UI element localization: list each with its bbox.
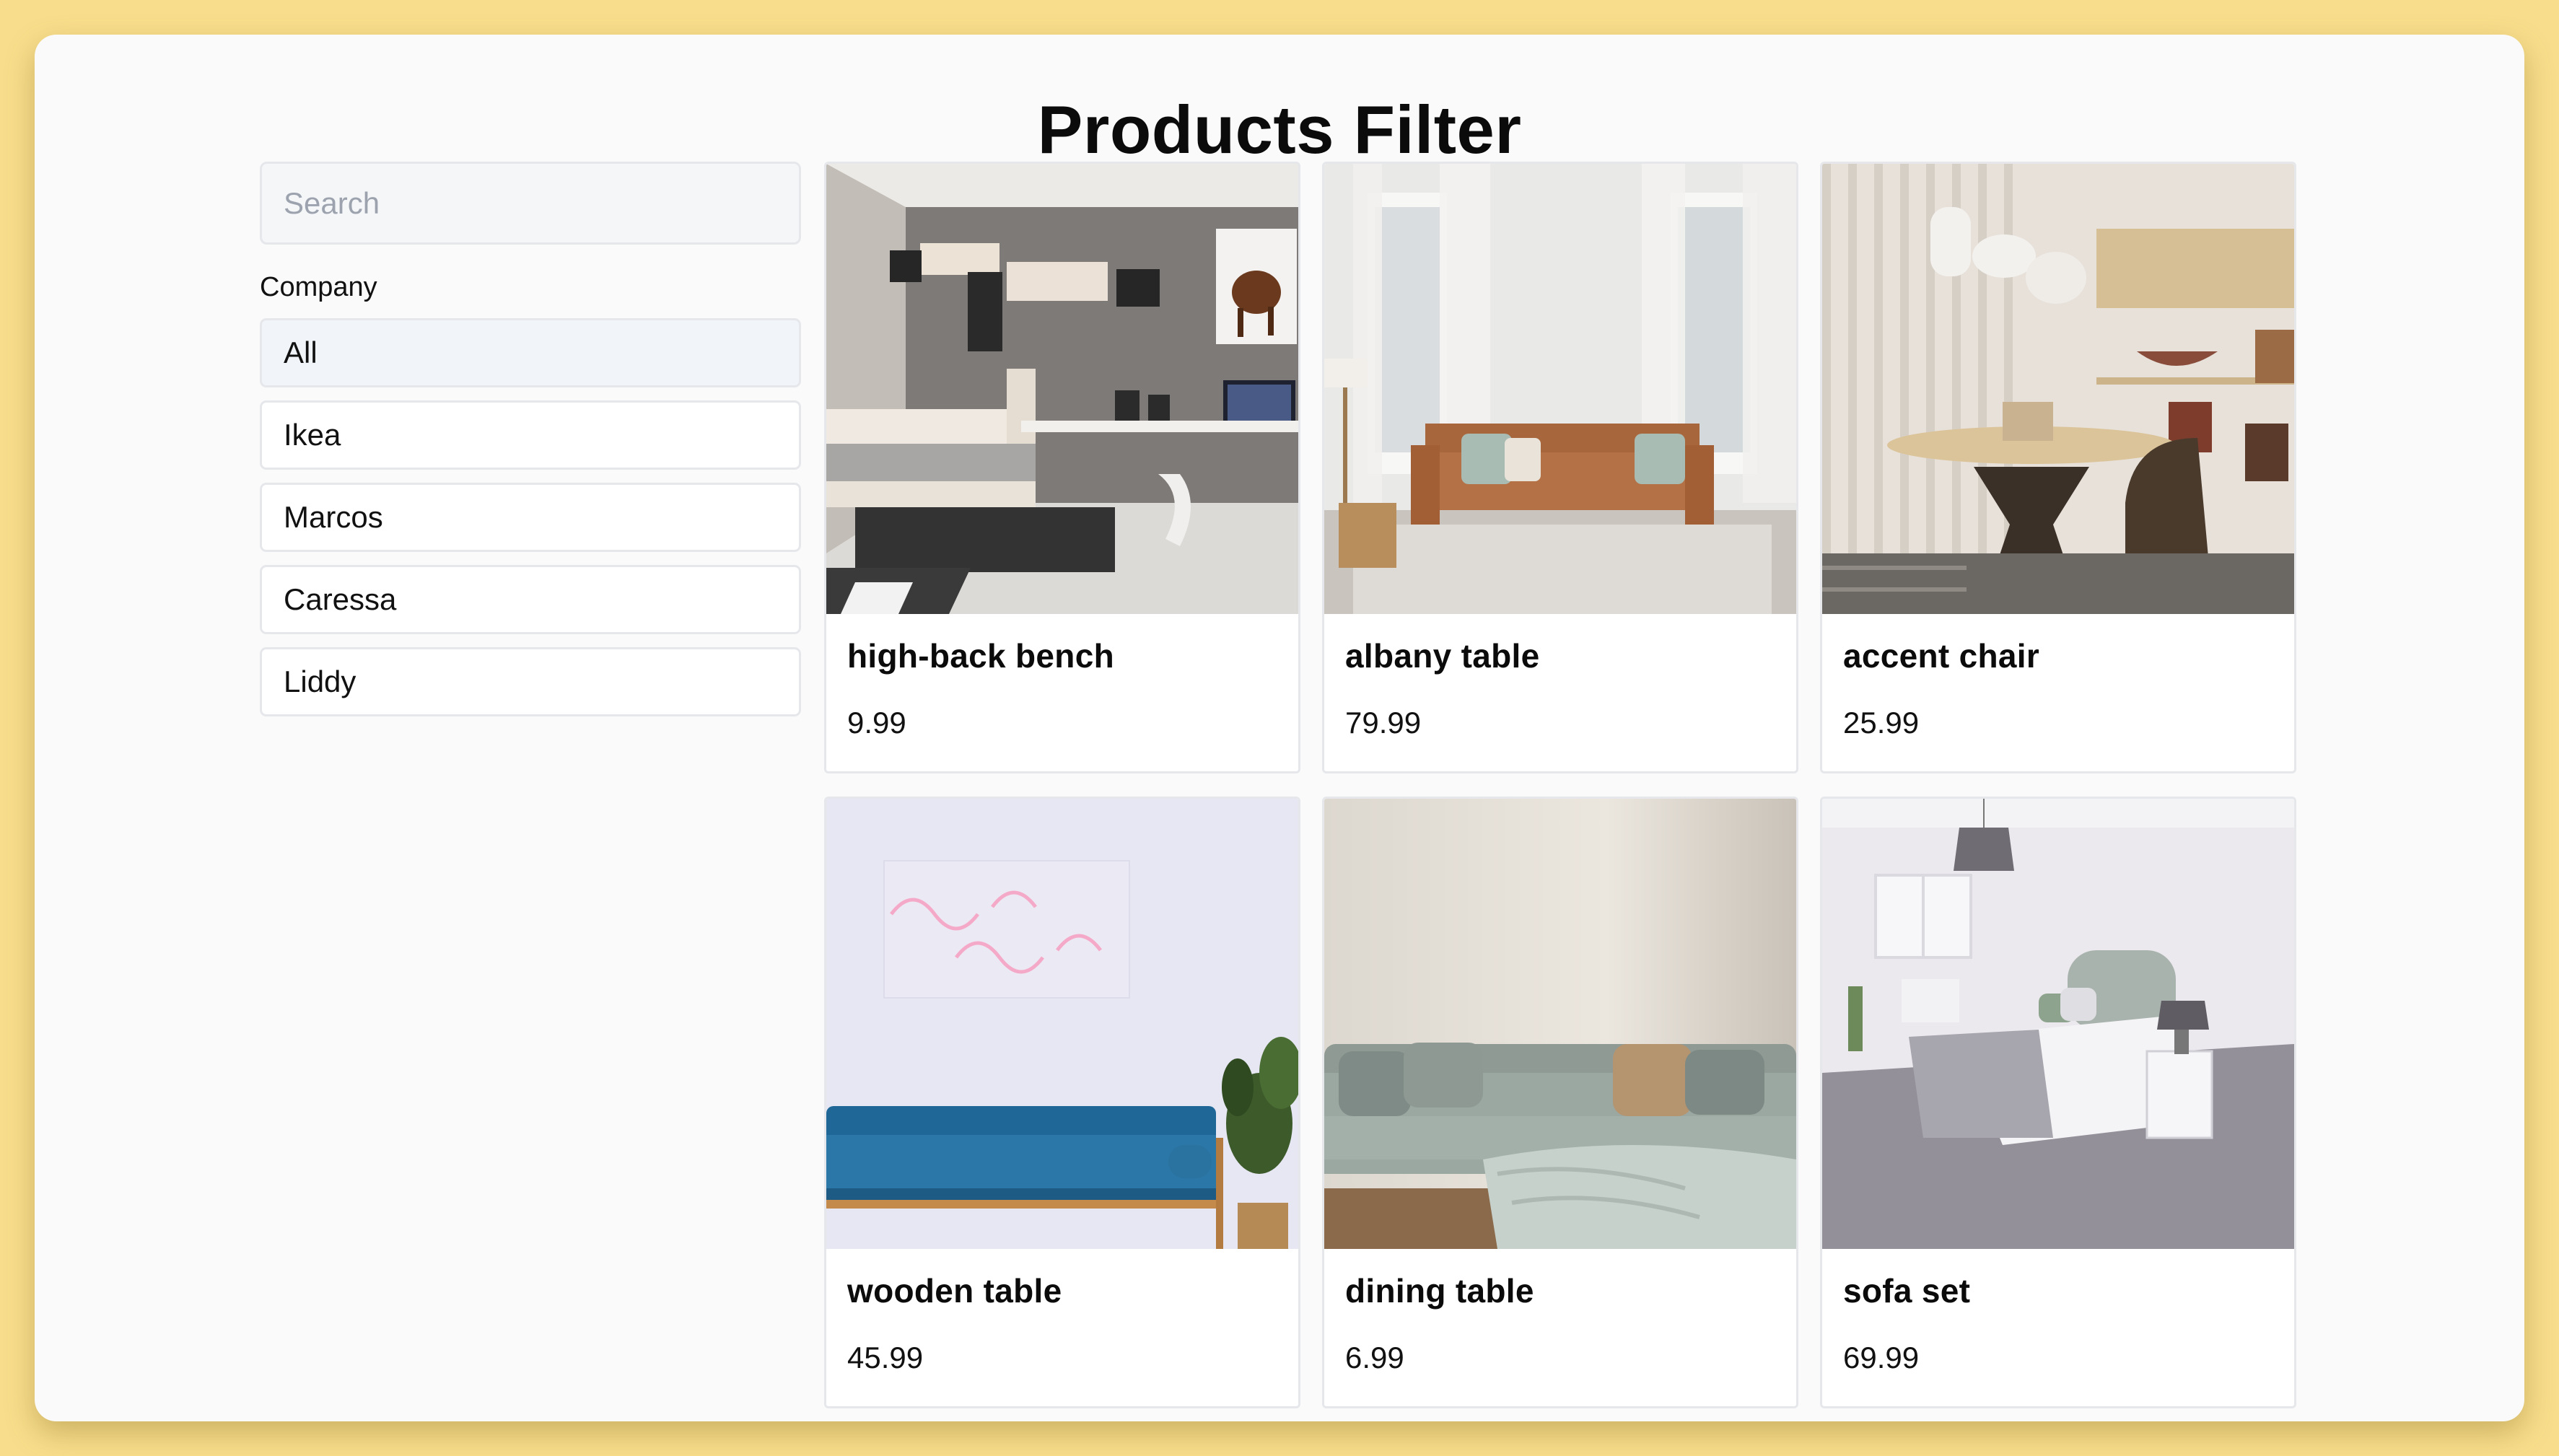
product-price: 6.99 [1345, 1341, 1404, 1374]
product-name: wooden table [847, 1272, 1062, 1310]
product-price: 69.99 [1843, 1341, 1920, 1374]
product-name: accent chair [1843, 637, 2040, 675]
product-card[interactable]: dining table 6.99 [1322, 797, 1798, 1408]
company-button-ikea[interactable]: Ikea [260, 400, 801, 470]
product-image [1822, 799, 2294, 1249]
product-image [826, 164, 1298, 614]
product-name: high-back bench [847, 637, 1114, 675]
product-card[interactable]: high-back bench 9.99 [824, 162, 1300, 773]
filter-sidebar: Company All Ikea Marcos Caressa Liddy [260, 162, 801, 729]
product-price: 9.99 [847, 706, 906, 740]
product-price: 45.99 [847, 1341, 924, 1374]
company-button-all[interactable]: All [260, 318, 801, 387]
app-window: Products Filter Company All Ikea Marcos … [35, 35, 2524, 1421]
company-button-caressa[interactable]: Caressa [260, 565, 801, 634]
product-grid: high-back bench 9.99 albany table 79.99 … [824, 162, 2296, 1408]
company-label: Company [260, 272, 377, 302]
product-card[interactable]: sofa set 69.99 [1820, 797, 2296, 1408]
company-button-liddy[interactable]: Liddy [260, 647, 801, 716]
company-button-marcos[interactable]: Marcos [260, 483, 801, 552]
page-title: Products Filter [1037, 92, 1522, 167]
product-image [1324, 799, 1796, 1249]
product-card[interactable]: accent chair 25.99 [1820, 162, 2296, 773]
product-name: albany table [1345, 637, 1540, 675]
company-list: All Ikea Marcos Caressa Liddy [260, 318, 801, 716]
product-card[interactable]: wooden table 45.99 [824, 797, 1300, 1408]
product-name: sofa set [1843, 1272, 1971, 1310]
search-input[interactable] [260, 162, 801, 245]
product-image [1822, 164, 2294, 614]
product-name: dining table [1345, 1272, 1534, 1310]
product-price: 25.99 [1843, 706, 1920, 740]
product-image [826, 799, 1298, 1249]
product-price: 79.99 [1345, 706, 1422, 740]
product-card[interactable]: albany table 79.99 [1322, 162, 1798, 773]
product-image [1324, 164, 1796, 614]
